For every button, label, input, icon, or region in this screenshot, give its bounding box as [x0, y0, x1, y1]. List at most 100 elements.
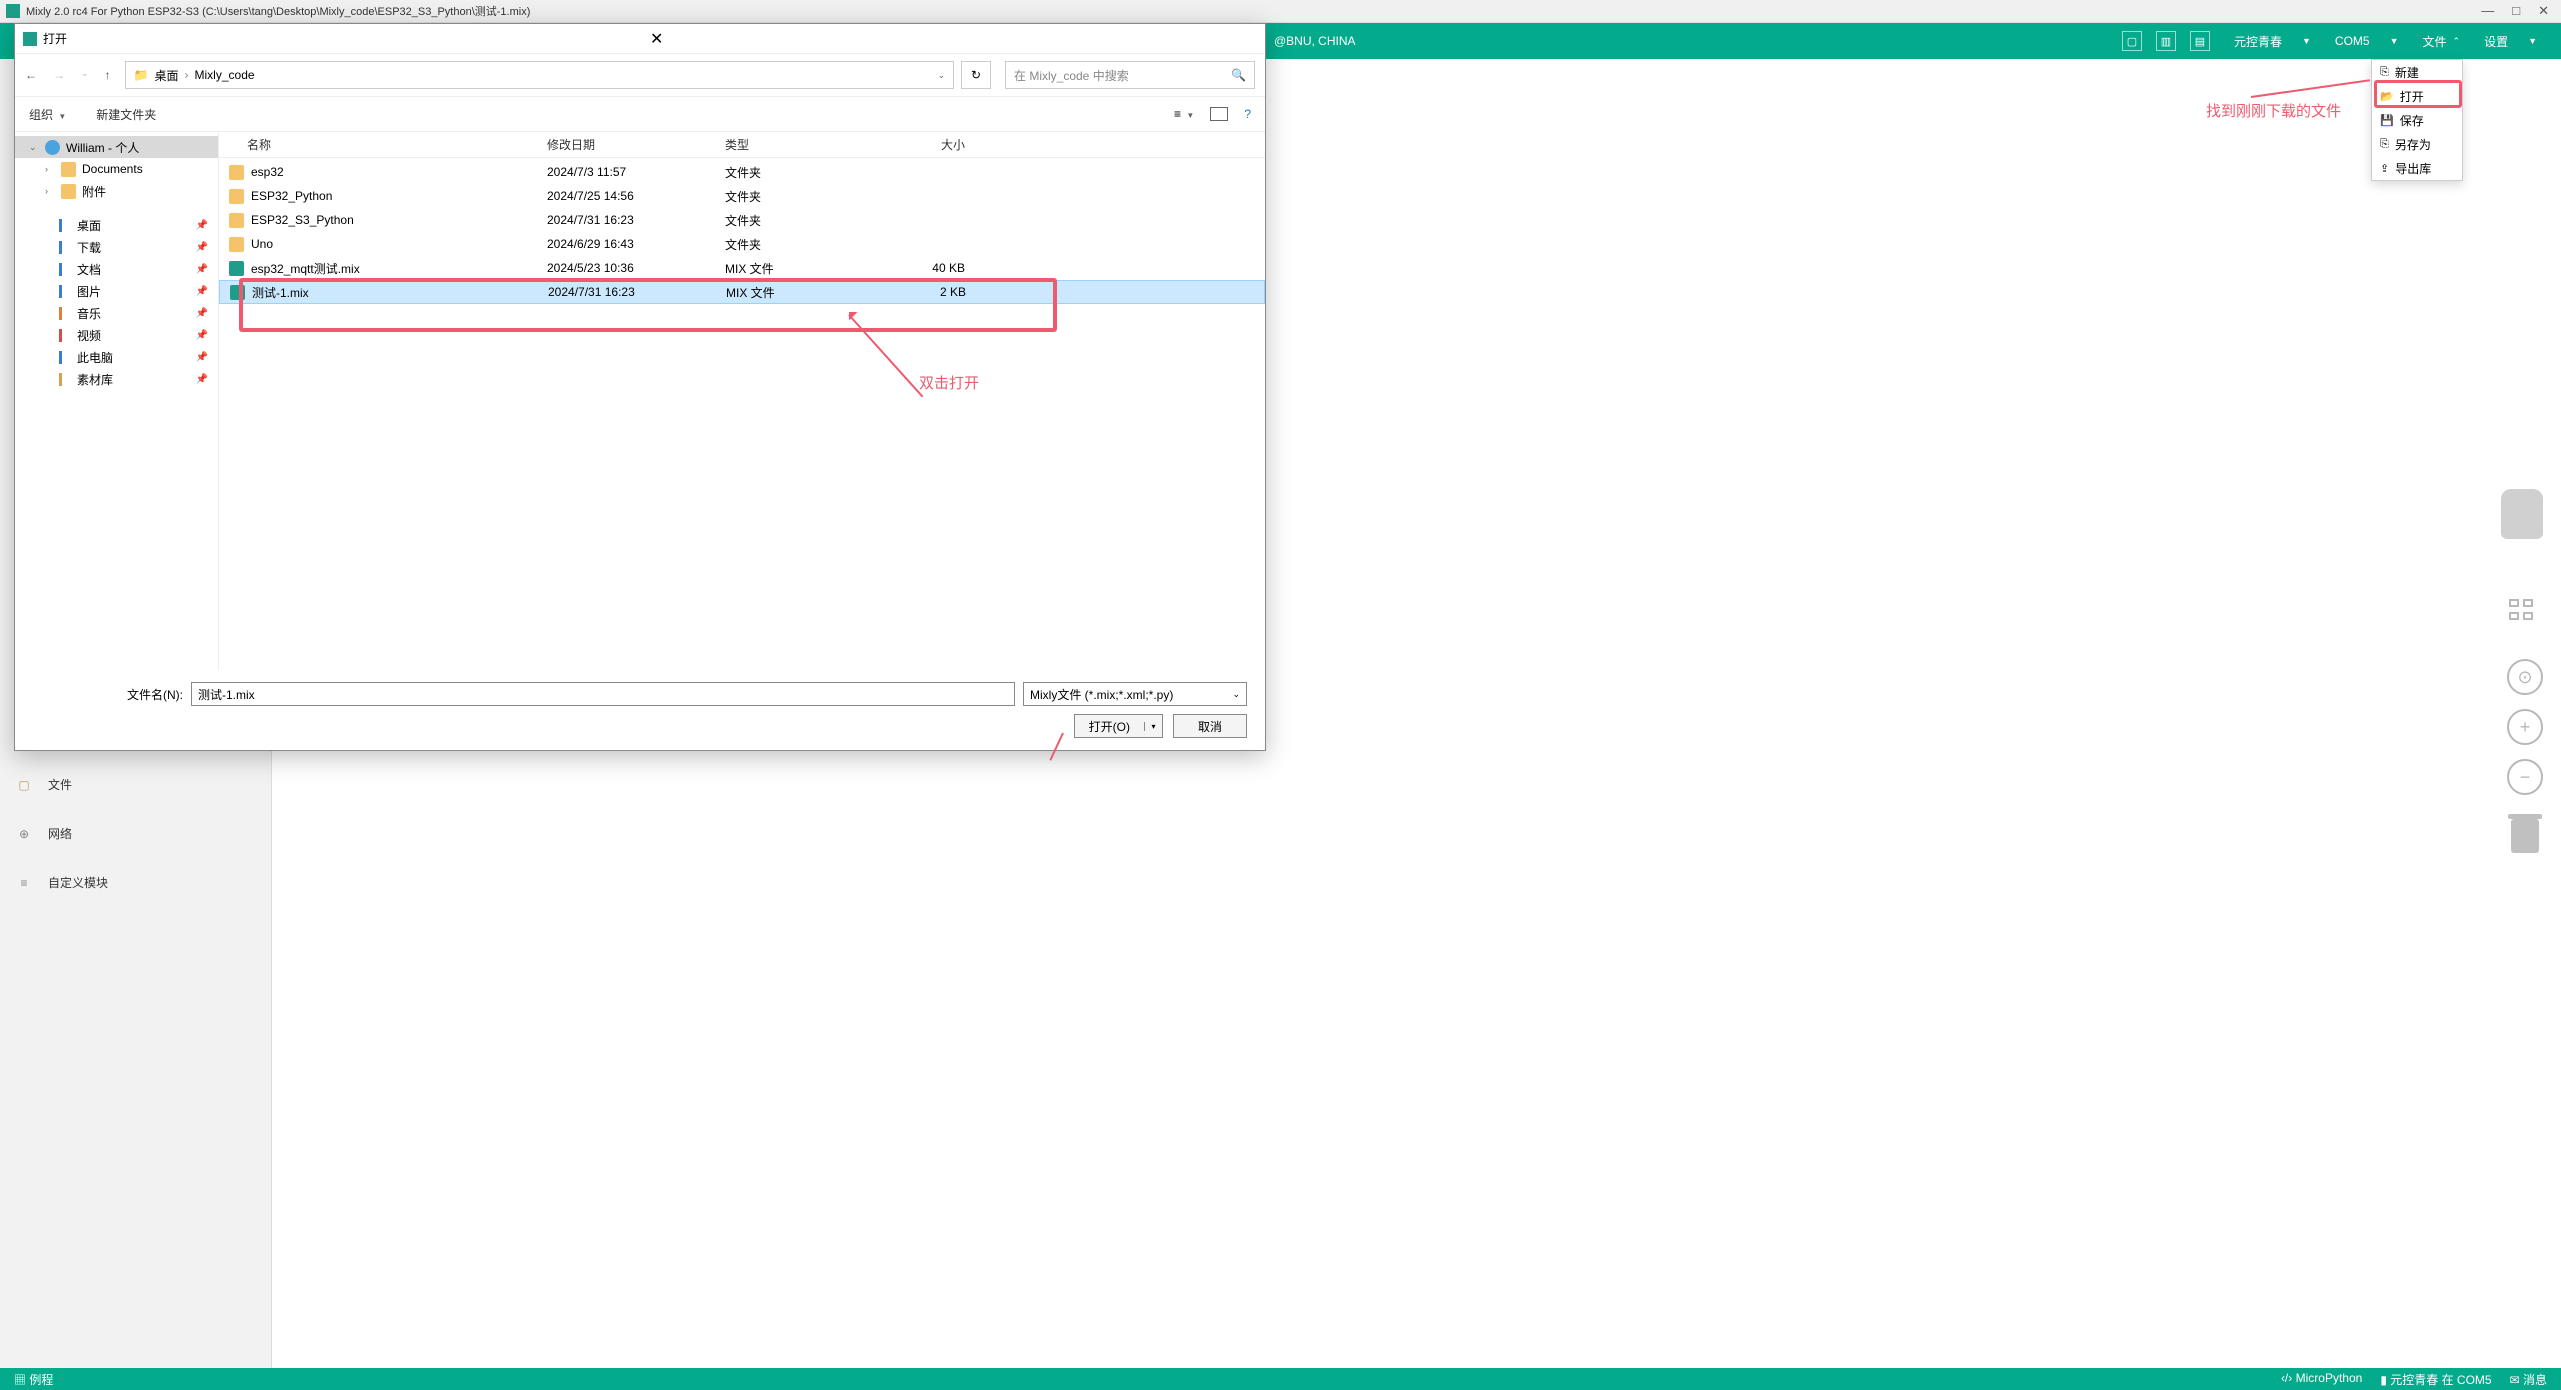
- chevron-right-icon[interactable]: ›: [45, 186, 55, 196]
- zoom-out-button[interactable]: −: [2507, 759, 2543, 795]
- nav-back-button[interactable]: ←: [25, 68, 37, 82]
- folder-icon: [229, 213, 244, 228]
- file-row[interactable]: esp32_mqtt测试.mix2024/5/23 10:36MIX 文件40 …: [219, 256, 1265, 280]
- sidebar-item-label: 自定义模块: [48, 874, 108, 891]
- file-size: 2 KB: [876, 285, 966, 299]
- cancel-button[interactable]: 取消: [1173, 714, 1247, 738]
- folder-color-icon: [59, 241, 62, 254]
- quick-access-item[interactable]: 素材库📌: [15, 368, 218, 390]
- menu-open[interactable]: 📂 打开: [2372, 84, 2462, 108]
- quick-access-item[interactable]: 桌面📌: [15, 214, 218, 236]
- center-button[interactable]: ⊙: [2507, 659, 2543, 695]
- fullscreen-icon[interactable]: [2509, 599, 2539, 621]
- board-select[interactable]: 元控青春▼: [2224, 29, 2321, 53]
- quick-access-item[interactable]: 文档📌: [15, 258, 218, 280]
- settings-menu-trigger[interactable]: 设置▼: [2474, 29, 2547, 53]
- address-bar[interactable]: 📁 桌面 › Mixly_code ⌄: [125, 61, 954, 89]
- doc-icon: ▢: [14, 775, 34, 795]
- open-dropdown[interactable]: ▾: [1144, 722, 1162, 731]
- app-icon: [6, 4, 20, 18]
- sidebar-item[interactable]: ▢文件: [0, 760, 271, 809]
- file-row[interactable]: ESP32_S3_Python2024/7/31 16:23文件夹: [219, 208, 1265, 232]
- column-type[interactable]: 类型: [725, 136, 875, 153]
- quick-access-item[interactable]: 视频📌: [15, 324, 218, 346]
- filename-input[interactable]: [191, 682, 1015, 706]
- folder-icon: [61, 162, 76, 177]
- search-placeholder: 在 Mixly_code 中搜索: [1014, 67, 1129, 84]
- new-folder-button[interactable]: 新建文件夹: [96, 106, 156, 123]
- layout-icon[interactable]: ▥: [2156, 31, 2176, 51]
- filetype-select[interactable]: Mixly文件 (*.mix;*.xml;*.py)⌄: [1023, 682, 1247, 706]
- menu-new[interactable]: ⎘ 新建: [2372, 60, 2462, 84]
- mix-icon: [229, 261, 244, 276]
- open-file-dialog: 打开 ✕ ← → ⌄ ↑ 📁 桌面 › Mixly_code ⌄ ↻ 在 Mix…: [14, 23, 1266, 751]
- file-size: 40 KB: [875, 261, 965, 275]
- pin-icon: 📌: [196, 242, 208, 253]
- file-row[interactable]: 测试-1.mix2024/7/31 16:23MIX 文件2 KB: [219, 280, 1265, 304]
- nav-up-button[interactable]: ↑: [105, 68, 111, 82]
- help-button[interactable]: ?: [1244, 107, 1251, 121]
- tree-item-personal[interactable]: ⌄ William - 个人: [15, 136, 218, 158]
- zoom-in-button[interactable]: +: [2507, 709, 2543, 745]
- pin-icon: 📌: [196, 374, 208, 385]
- filename-row: 文件名(N): Mixly文件 (*.mix;*.xml;*.py)⌄: [33, 682, 1247, 706]
- preview-pane-button[interactable]: [1210, 107, 1228, 121]
- file-row[interactable]: Uno2024/6/29 16:43文件夹: [219, 232, 1265, 256]
- chevron-right-icon[interactable]: ›: [45, 164, 55, 174]
- column-name[interactable]: 名称: [247, 136, 547, 153]
- folder-color-icon: [59, 219, 62, 232]
- close-button[interactable]: ✕: [2538, 3, 2549, 19]
- panel-icon[interactable]: ▤: [2190, 31, 2210, 51]
- breadcrumb-separator: ›: [185, 68, 189, 82]
- file-name: ESP32_S3_Python: [251, 213, 354, 227]
- quick-access-item[interactable]: 下载📌: [15, 236, 218, 258]
- minimize-button[interactable]: —: [2481, 3, 2494, 19]
- pin-icon: 📌: [196, 308, 208, 319]
- tree-item-attachments[interactable]: › 附件: [15, 180, 218, 202]
- file-type: 文件夹: [725, 212, 875, 229]
- menu-save[interactable]: 💾 保存: [2372, 108, 2462, 132]
- open-button[interactable]: 打开(O) ▾: [1074, 714, 1163, 738]
- sidebar-item[interactable]: ⊕网络: [0, 809, 271, 858]
- breadcrumb-item[interactable]: Mixly_code: [195, 68, 255, 82]
- file-type: 文件夹: [725, 164, 875, 181]
- breadcrumb-item[interactable]: 桌面: [155, 67, 179, 84]
- trash-icon[interactable]: [2511, 819, 2539, 853]
- dialog-close-button[interactable]: ✕: [642, 29, 1257, 49]
- file-list: 名称 修改日期 类型 大小 esp322024/7/3 11:57文件夹ESP3…: [219, 132, 1265, 670]
- folder-icon: 📁: [134, 68, 149, 82]
- view-mode-button[interactable]: ≡ ▼: [1174, 107, 1194, 121]
- port-select[interactable]: COM5▼: [2325, 29, 2409, 53]
- examples-link[interactable]: ▦ 例程: [14, 1371, 53, 1388]
- refresh-button[interactable]: ↻: [961, 61, 991, 89]
- column-size[interactable]: 大小: [875, 136, 965, 153]
- chevron-down-icon[interactable]: ⌄: [937, 70, 945, 81]
- organize-button[interactable]: 组织 ▼: [29, 106, 66, 123]
- chevron-down-icon[interactable]: ⌄: [29, 142, 39, 153]
- column-date[interactable]: 修改日期: [547, 136, 725, 153]
- search-input[interactable]: 在 Mixly_code 中搜索 🔍: [1005, 61, 1255, 89]
- menu-save-as[interactable]: ⎘ 另存为: [2372, 132, 2462, 156]
- menu-export[interactable]: ⇪ 导出库: [2372, 156, 2462, 180]
- pin-icon: 📌: [196, 220, 208, 231]
- file-menu-trigger[interactable]: 文件⌃: [2413, 29, 2471, 53]
- quick-access-item[interactable]: 此电脑📌: [15, 346, 218, 368]
- backpack-icon[interactable]: [2501, 489, 2543, 539]
- file-name: Uno: [251, 237, 273, 251]
- dialog-icon: [23, 32, 37, 46]
- window-titlebar: Mixly 2.0 rc4 For Python ESP32-S3 (C:\Us…: [0, 0, 2561, 23]
- sidebar-item[interactable]: ≡自定义模块: [0, 858, 271, 907]
- file-type: MIX 文件: [726, 284, 876, 301]
- messages-link[interactable]: ✉ 消息: [2510, 1371, 2547, 1388]
- mix-icon: [230, 285, 245, 300]
- file-row[interactable]: ESP32_Python2024/7/25 14:56文件夹: [219, 184, 1265, 208]
- nav-forward-button[interactable]: →: [53, 68, 65, 82]
- quick-access-item[interactable]: 音乐📌: [15, 302, 218, 324]
- maximize-button[interactable]: □: [2512, 3, 2520, 19]
- nav-recent-button[interactable]: ⌄: [81, 68, 89, 82]
- save-icon[interactable]: ▢: [2122, 31, 2142, 51]
- canvas-tools: [2501, 489, 2543, 539]
- file-row[interactable]: esp322024/7/3 11:57文件夹: [219, 160, 1265, 184]
- tree-item-documents[interactable]: › Documents: [15, 158, 218, 180]
- quick-access-item[interactable]: 图片📌: [15, 280, 218, 302]
